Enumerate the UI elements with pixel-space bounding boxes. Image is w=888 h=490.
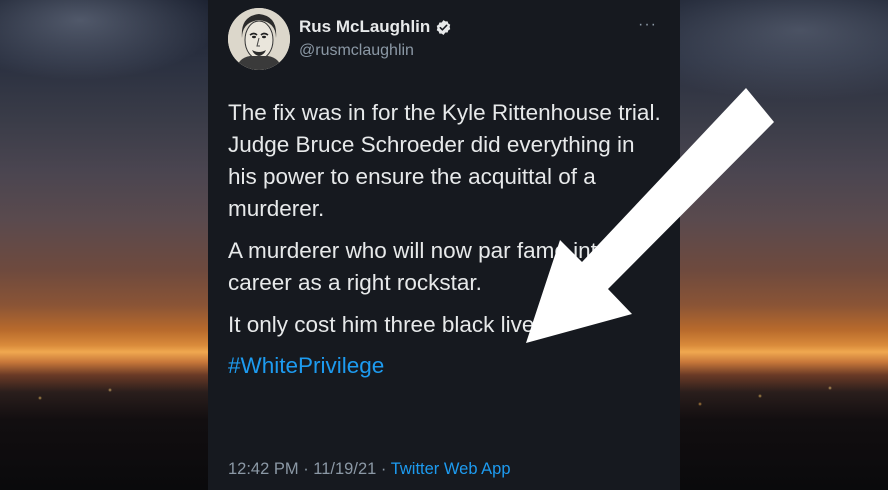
verified-badge-icon: [437, 19, 451, 35]
tweet-date[interactable]: 11/19/21: [313, 460, 376, 478]
more-options-icon[interactable]: ···: [638, 16, 657, 34]
author-row: Rus McLaughlin: [299, 17, 452, 37]
meta-separator: ·: [298, 460, 314, 478]
tweet-paragraph-3: It only cost him three black lives.: [228, 312, 552, 337]
avatar-sketch-icon: [228, 8, 290, 70]
author-name[interactable]: Rus McLaughlin: [299, 17, 430, 37]
tweet-metadata: 12:42 PM · 11/19/21 · Twitter Web App: [228, 460, 511, 479]
tweet-card: Rus McLaughlin @rusmclaughlin ··· The fi…: [208, 0, 680, 490]
meta-separator: ·: [376, 460, 391, 478]
tweet-source-link[interactable]: Twitter Web App: [391, 460, 511, 478]
hashtag-link[interactable]: #WhitePrivilege: [228, 350, 668, 382]
avatar[interactable]: [228, 8, 290, 70]
tweet-paragraph-2: A murderer who will now par fame into a …: [228, 238, 629, 295]
tweet-time[interactable]: 12:42 PM: [228, 460, 299, 478]
tweet-paragraph-1: The fix was in for the Kyle Rittenhouse …: [228, 100, 661, 221]
author-handle[interactable]: @rusmclaughlin: [299, 42, 414, 60]
tweet-text: The fix was in for the Kyle Rittenhouse …: [228, 97, 668, 382]
